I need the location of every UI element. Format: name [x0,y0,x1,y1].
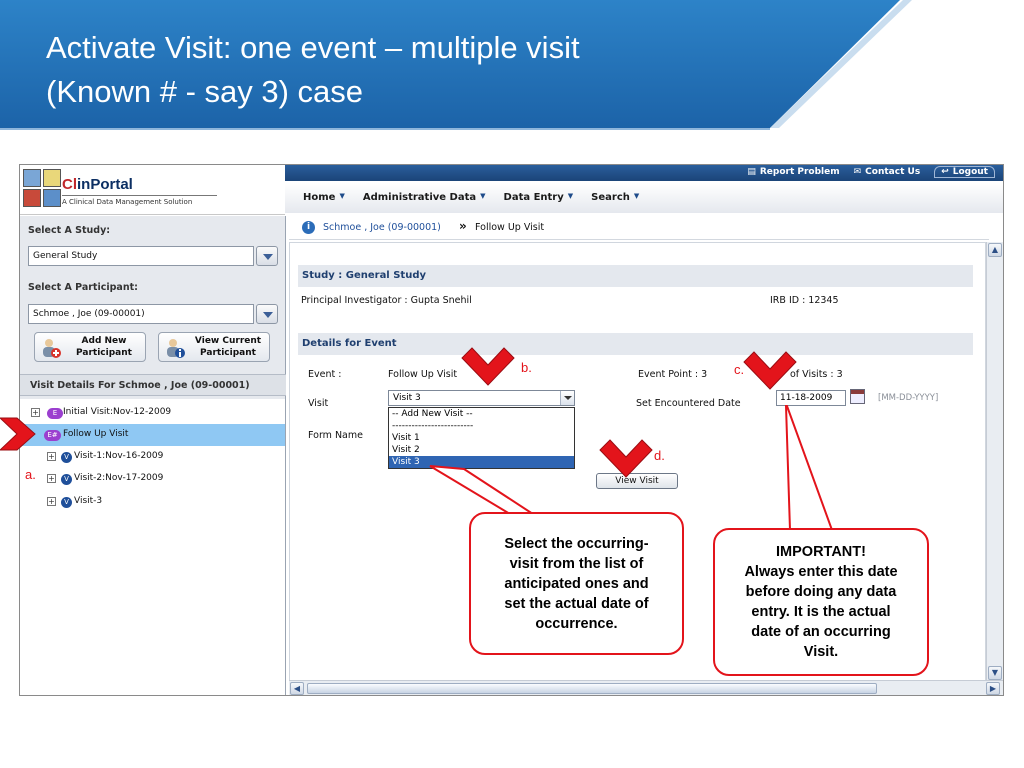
callout-important-line: entry. It is the actual [751,604,891,620]
callout-important: IMPORTANT! Always enter this date before… [713,528,929,676]
annotation-a: a. [25,467,36,482]
callout-important-line: before doing any data [745,584,897,600]
chevron-c-icon [743,351,797,390]
chevron-d-icon [599,439,653,478]
callout-important-pointer [784,405,834,531]
slide: Activate Visit: one event – multiple vis… [0,0,1024,768]
callout-select-line: occurrence. [535,615,618,632]
callout-select-line: set the actual date of [504,595,649,612]
callout-select-line: anticipated ones and [504,575,649,592]
arrow-a-icon [0,417,36,451]
callout-select-line: visit from the list of [509,555,644,572]
annotation-b: b. [521,360,532,375]
annotation-c: c. [734,362,745,377]
chevron-b-icon [461,347,515,386]
callout-important-line: Visit. [803,644,839,660]
callout-select-visit: Select the occurring- visit from the lis… [469,512,684,655]
callout-important-line: date of an occurring [751,624,891,640]
annotation-d: d. [654,448,665,463]
callout-select-line: Select the occurring- [504,535,649,552]
callout-important-line: Always enter this date [744,564,898,580]
callout-important-line: IMPORTANT! [776,544,866,560]
